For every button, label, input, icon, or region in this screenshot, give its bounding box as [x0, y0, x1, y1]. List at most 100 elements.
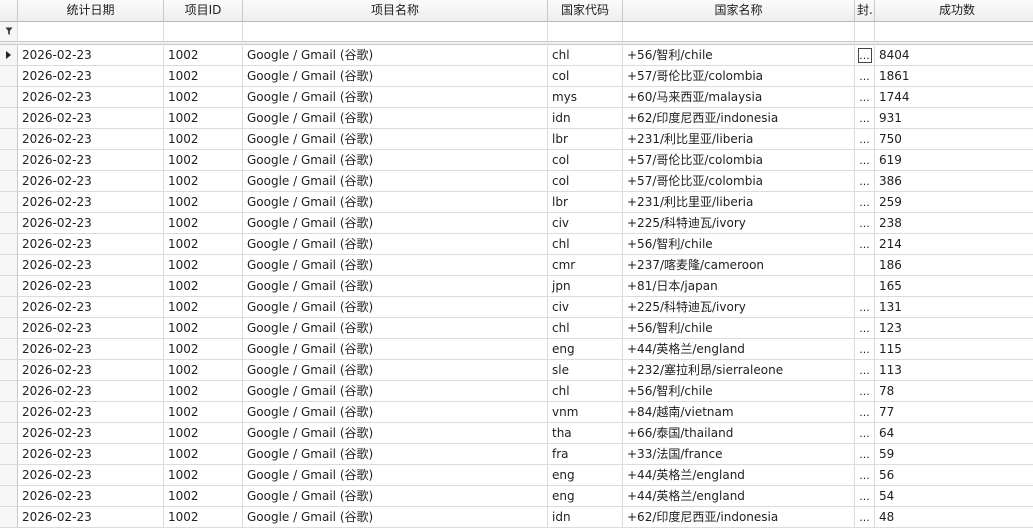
cell-country-name[interactable]: +225/科特迪瓦/ivory: [623, 213, 855, 234]
table-row[interactable]: 2026-02-23 1002 Google / Gmail (谷歌) civ +225…: [0, 297, 1033, 318]
table-row[interactable]: 2026-02-23 1002 Google / Gmail (谷歌) eng +44/…: [0, 486, 1033, 507]
cell-country-code[interactable]: chl: [548, 234, 623, 255]
table-row[interactable]: 2026-02-23 1002 Google / Gmail (谷歌) cmr +237…: [0, 255, 1033, 276]
cell-success-count[interactable]: 931: [875, 108, 1033, 129]
ellipsis-button[interactable]: ...: [858, 427, 872, 442]
table-row[interactable]: 2026-02-23 1002 Google / Gmail (谷歌) col +57/…: [0, 171, 1033, 192]
cell-country-code[interactable]: eng: [548, 465, 623, 486]
cell-country-name[interactable]: +60/马来西亚/malaysia: [623, 87, 855, 108]
cell-country-code[interactable]: eng: [548, 339, 623, 360]
cell-truncated[interactable]: ...: [855, 381, 875, 402]
cell-country-code[interactable]: mys: [548, 87, 623, 108]
cell-truncated[interactable]: ...: [855, 234, 875, 255]
cell-stat-date[interactable]: 2026-02-23: [18, 360, 164, 381]
table-row[interactable]: 2026-02-23 1002 Google / Gmail (谷歌) lbr +231…: [0, 129, 1033, 150]
cell-country-code[interactable]: sle: [548, 360, 623, 381]
table-row[interactable]: 2026-02-23 1002 Google / Gmail (谷歌) mys +60/…: [0, 87, 1033, 108]
table-row[interactable]: 2026-02-23 1002 Google / Gmail (谷歌) col +57/…: [0, 150, 1033, 171]
cell-truncated[interactable]: ...: [855, 360, 875, 381]
table-row[interactable]: 2026-02-23 1002 Google / Gmail (谷歌) chl +56/…: [0, 381, 1033, 402]
row-indicator[interactable]: [0, 213, 18, 234]
row-indicator[interactable]: [0, 297, 18, 318]
column-header-project-id[interactable]: 项目ID: [164, 0, 243, 22]
cell-truncated[interactable]: ...: [855, 465, 875, 486]
cell-project-name[interactable]: Google / Gmail (谷歌): [243, 276, 548, 297]
cell-project-id[interactable]: 1002: [164, 318, 243, 339]
ellipsis-button[interactable]: ...: [858, 511, 872, 526]
cell-project-name[interactable]: Google / Gmail (谷歌): [243, 45, 548, 66]
cell-truncated[interactable]: ...: [855, 444, 875, 465]
ellipsis-button[interactable]: ...: [858, 490, 872, 505]
cell-country-name[interactable]: +84/越南/vietnam: [623, 402, 855, 423]
cell-stat-date[interactable]: 2026-02-23: [18, 339, 164, 360]
cell-country-code[interactable]: col: [548, 171, 623, 192]
cell-country-name[interactable]: +56/智利/chile: [623, 318, 855, 339]
cell-country-code[interactable]: civ: [548, 213, 623, 234]
cell-country-name[interactable]: +237/喀麦隆/cameroon: [623, 255, 855, 276]
table-row[interactable]: 2026-02-23 1002 Google / Gmail (谷歌) eng +44/…: [0, 339, 1033, 360]
cell-project-id[interactable]: 1002: [164, 234, 243, 255]
cell-project-id[interactable]: 1002: [164, 45, 243, 66]
cell-project-name[interactable]: Google / Gmail (谷歌): [243, 423, 548, 444]
cell-project-name[interactable]: Google / Gmail (谷歌): [243, 66, 548, 87]
cell-country-code[interactable]: chl: [548, 45, 623, 66]
cell-stat-date[interactable]: 2026-02-23: [18, 171, 164, 192]
cell-project-id[interactable]: 1002: [164, 381, 243, 402]
cell-success-count[interactable]: 238: [875, 213, 1033, 234]
ellipsis-button[interactable]: [858, 278, 872, 293]
cell-truncated[interactable]: ...: [855, 297, 875, 318]
cell-country-name[interactable]: +33/法国/france: [623, 444, 855, 465]
cell-project-name[interactable]: Google / Gmail (谷歌): [243, 339, 548, 360]
cell-country-name[interactable]: +44/英格兰/england: [623, 339, 855, 360]
cell-truncated[interactable]: ...: [855, 507, 875, 528]
ellipsis-button[interactable]: ...: [858, 322, 872, 337]
cell-country-name[interactable]: +57/哥伦比亚/colombia: [623, 150, 855, 171]
cell-stat-date[interactable]: 2026-02-23: [18, 192, 164, 213]
column-header-country-name[interactable]: 国家名称: [623, 0, 855, 22]
ellipsis-button[interactable]: ...: [858, 343, 872, 358]
cell-project-name[interactable]: Google / Gmail (谷歌): [243, 486, 548, 507]
cell-success-count[interactable]: 1744: [875, 87, 1033, 108]
table-row[interactable]: 2026-02-23 1002 Google / Gmail (谷歌) vnm +84/…: [0, 402, 1033, 423]
cell-success-count[interactable]: 131: [875, 297, 1033, 318]
cell-stat-date[interactable]: 2026-02-23: [18, 276, 164, 297]
cell-stat-date[interactable]: 2026-02-23: [18, 129, 164, 150]
cell-country-name[interactable]: +57/哥伦比亚/colombia: [623, 171, 855, 192]
ellipsis-button[interactable]: ...: [858, 154, 872, 169]
ellipsis-button[interactable]: ...: [858, 385, 872, 400]
row-indicator[interactable]: [0, 486, 18, 507]
cell-stat-date[interactable]: 2026-02-23: [18, 444, 164, 465]
cell-success-count[interactable]: 54: [875, 486, 1033, 507]
cell-country-code[interactable]: civ: [548, 297, 623, 318]
row-indicator[interactable]: [0, 234, 18, 255]
cell-stat-date[interactable]: 2026-02-23: [18, 402, 164, 423]
cell-stat-date[interactable]: 2026-02-23: [18, 465, 164, 486]
cell-project-id[interactable]: 1002: [164, 360, 243, 381]
cell-success-count[interactable]: 186: [875, 255, 1033, 276]
row-indicator[interactable]: [0, 402, 18, 423]
ellipsis-button[interactable]: ...: [858, 469, 872, 484]
ellipsis-button[interactable]: ...: [858, 448, 872, 463]
cell-project-id[interactable]: 1002: [164, 276, 243, 297]
cell-stat-date[interactable]: 2026-02-23: [18, 234, 164, 255]
cell-truncated[interactable]: ...: [855, 402, 875, 423]
cell-project-id[interactable]: 1002: [164, 423, 243, 444]
cell-stat-date[interactable]: 2026-02-23: [18, 318, 164, 339]
table-row[interactable]: 2026-02-23 1002 Google / Gmail (谷歌) chl +56/…: [0, 234, 1033, 255]
row-indicator[interactable]: [0, 45, 18, 66]
cell-success-count[interactable]: 259: [875, 192, 1033, 213]
cell-country-name[interactable]: +62/印度尼西亚/indonesia: [623, 108, 855, 129]
cell-project-name[interactable]: Google / Gmail (谷歌): [243, 255, 548, 276]
table-row[interactable]: 2026-02-23 1002 Google / Gmail (谷歌) lbr +231…: [0, 192, 1033, 213]
filter-cell-country-name[interactable]: [623, 22, 855, 42]
cell-success-count[interactable]: 56: [875, 465, 1033, 486]
cell-project-id[interactable]: 1002: [164, 87, 243, 108]
cell-stat-date[interactable]: 2026-02-23: [18, 213, 164, 234]
cell-project-name[interactable]: Google / Gmail (谷歌): [243, 192, 548, 213]
cell-success-count[interactable]: 77: [875, 402, 1033, 423]
table-row[interactable]: 2026-02-23 1002 Google / Gmail (谷歌) civ +225…: [0, 213, 1033, 234]
cell-truncated[interactable]: ...: [855, 66, 875, 87]
cell-project-id[interactable]: 1002: [164, 297, 243, 318]
cell-country-code[interactable]: lbr: [548, 129, 623, 150]
cell-success-count[interactable]: 619: [875, 150, 1033, 171]
